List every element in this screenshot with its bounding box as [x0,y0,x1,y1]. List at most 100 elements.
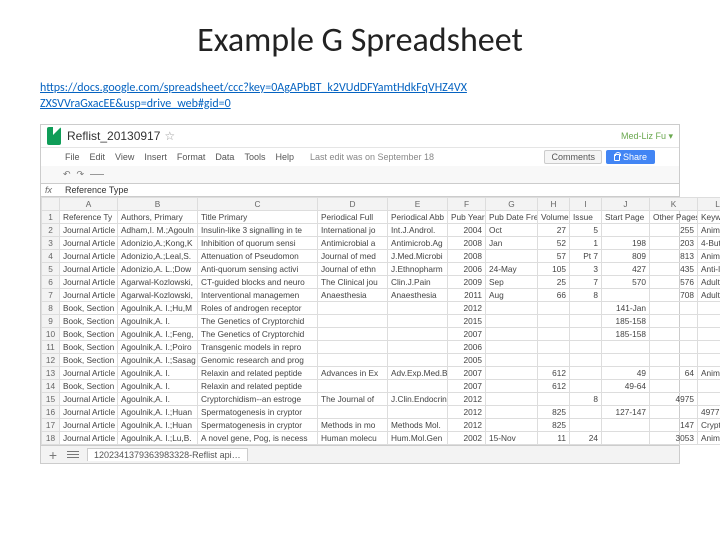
cell[interactable]: 3 [570,263,602,276]
cell[interactable]: International jo [318,224,388,237]
cell[interactable]: The Clinical jou [318,276,388,289]
cell[interactable]: 66 [538,289,570,302]
cell[interactable]: Journal Article [60,237,118,250]
cell[interactable] [538,354,570,367]
cell[interactable]: 198 [602,237,650,250]
cell[interactable]: The Journal of [318,393,388,406]
cell[interactable]: 612 [538,380,570,393]
menu-format[interactable]: Format [177,152,206,162]
cell[interactable]: 2007 [448,328,486,341]
cell[interactable] [602,393,650,406]
cell[interactable]: Insulin-like 3 signalling in te [198,224,318,237]
col-header[interactable]: L [698,198,720,211]
cell[interactable] [570,367,602,380]
col-header[interactable]: I [570,198,602,211]
cell[interactable]: Adham,I. M.;Agouln [118,224,198,237]
cell[interactable]: Cryptorc [698,419,720,432]
cell[interactable]: 2005 [448,354,486,367]
cell[interactable] [650,406,698,419]
toolbar-undo-icon[interactable]: ↶ [63,169,71,180]
cell[interactable]: 2002 [448,432,486,445]
cell[interactable]: 105 [538,263,570,276]
cell[interactable] [538,302,570,315]
cell[interactable] [318,354,388,367]
cell[interactable]: Antimicrob.Ag [388,237,448,250]
cell[interactable]: Journal of med [318,250,388,263]
cell[interactable] [698,393,720,406]
cell[interactable]: The Genetics of Cryptorchid [198,328,318,341]
cell[interactable]: Book, Section [60,328,118,341]
cell[interactable]: 427 [602,263,650,276]
document-name[interactable]: Reflist_20130917 [67,129,160,143]
cell[interactable] [318,328,388,341]
cell[interactable]: Book, Section [60,315,118,328]
col-header[interactable]: E [388,198,448,211]
col-header[interactable]: J [602,198,650,211]
cell[interactable]: 4-Butyro [698,237,720,250]
comments-button[interactable]: Comments [544,150,602,164]
cell[interactable] [486,250,538,263]
cell[interactable]: Agoulnik,A. I.;Lu,B. [118,432,198,445]
menu-insert[interactable]: Insert [144,152,167,162]
cell[interactable]: 2012 [448,302,486,315]
col-header[interactable] [42,198,60,211]
cell[interactable]: Adonizio,A.;Kong,K [118,237,198,250]
cell[interactable]: Book, Section [60,380,118,393]
cell[interactable]: 2012 [448,393,486,406]
cell[interactable]: Journal Article [60,263,118,276]
cell[interactable]: Spermatogenesis in cryptor [198,419,318,432]
cell[interactable]: 185-158 [602,315,650,328]
cell[interactable] [486,380,538,393]
spreadsheet-grid[interactable]: ABCDEFGHIJKL 1Reference TyAuthors, Prima… [41,197,720,445]
header-cell[interactable]: Pub Date Free [486,211,538,224]
cell[interactable] [388,315,448,328]
header-cell[interactable]: Other Pages [650,211,698,224]
cell[interactable]: 147 [650,419,698,432]
cell[interactable]: 203 [650,237,698,250]
cell[interactable]: Adonizio,A.;Leal,S. [118,250,198,263]
header-cell[interactable]: Reference Ty [60,211,118,224]
cell[interactable]: 435 [650,263,698,276]
cell[interactable]: Journal Article [60,393,118,406]
cell[interactable]: 612 [538,367,570,380]
header-cell[interactable]: Title Primary [198,211,318,224]
cell[interactable]: Methods Mol. [388,419,448,432]
cell[interactable]: 57 [538,250,570,263]
cell[interactable]: 24-May [486,263,538,276]
cell[interactable] [318,302,388,315]
cell[interactable]: The Genetics of Cryptorchid [198,315,318,328]
cell[interactable]: 2006 [448,263,486,276]
menu-view[interactable]: View [115,152,134,162]
menu-edit[interactable]: Edit [90,152,106,162]
header-cell[interactable]: Periodical Full [318,211,388,224]
cell[interactable]: 64 [650,367,698,380]
sheet-tab[interactable]: 1202341379363983328-Reflist api… [87,448,248,461]
cell[interactable]: Human molecu [318,432,388,445]
cell[interactable]: Methods in mo [318,419,388,432]
cell[interactable] [538,393,570,406]
cell[interactable]: 15-Nov [486,432,538,445]
cell[interactable]: 127-147 [602,406,650,419]
cell[interactable] [602,341,650,354]
cell[interactable]: 2007 [448,367,486,380]
cell[interactable]: 2004 [448,224,486,237]
cell[interactable]: 813 [650,250,698,263]
col-header[interactable]: B [118,198,198,211]
cell[interactable]: 1 [570,237,602,250]
cell[interactable]: Anti-Infe [698,263,720,276]
cell[interactable]: 2011 [448,289,486,302]
col-header[interactable]: G [486,198,538,211]
cell[interactable]: 4975 [650,393,698,406]
col-header[interactable]: F [448,198,486,211]
cell[interactable]: Journal Article [60,289,118,302]
cell[interactable]: Jan [486,237,538,250]
cell[interactable]: 2012 [448,406,486,419]
cell[interactable]: Agarwal-Kozlowski, [118,276,198,289]
cell[interactable]: Roles of androgen receptor [198,302,318,315]
cell[interactable]: Oct [486,224,538,237]
cell[interactable]: 825 [538,419,570,432]
cell[interactable]: 49-64 [602,380,650,393]
cell[interactable]: 4977 Cryptorc [698,406,720,419]
cell[interactable]: Spermatogenesis in cryptor [198,406,318,419]
cell[interactable]: 52 [538,237,570,250]
